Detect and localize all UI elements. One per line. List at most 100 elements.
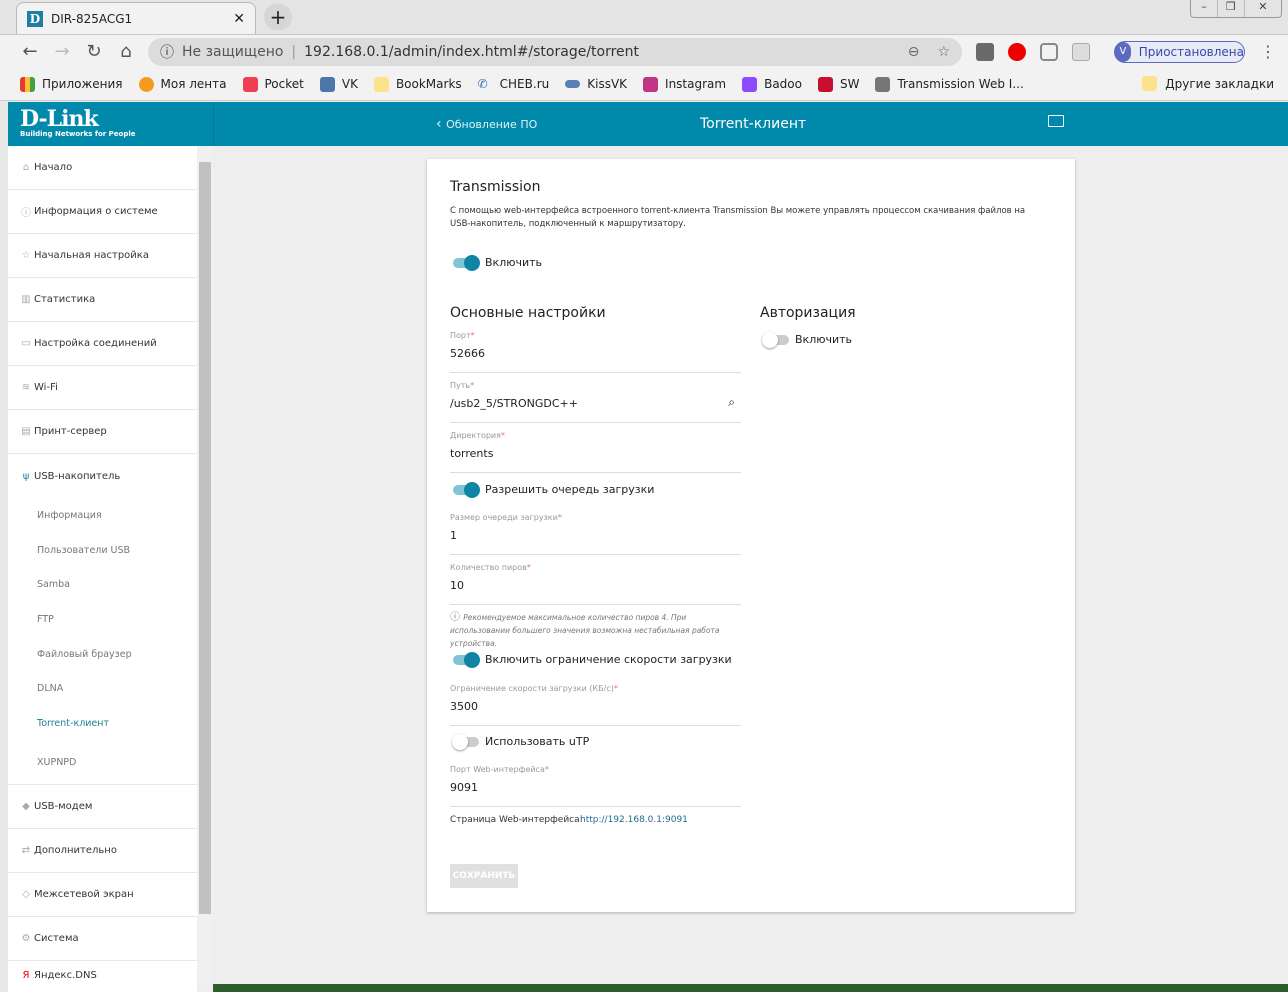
window-controls: – ❐ ✕ — [1190, 0, 1282, 18]
bookmark-item[interactable]: Pocket — [242, 76, 304, 92]
queue-size-input[interactable]: 1 — [450, 529, 457, 542]
url-text[interactable]: 192.168.0.1/admin/index.html#/storage/to… — [304, 44, 639, 60]
home-icon[interactable]: ⌂ — [110, 41, 142, 62]
save-button[interactable]: СОХРАНИТЬ — [450, 864, 518, 888]
bookmark-item[interactable]: Transmission Web I... — [875, 76, 1024, 92]
sidebar-subitem-ftp[interactable]: FTP — [8, 602, 197, 637]
restore-button[interactable]: ❐ — [1218, 0, 1245, 17]
pocket-icon[interactable] — [1040, 43, 1058, 61]
peers-field[interactable]: Количество пиров* 10 — [450, 563, 741, 605]
sidebar-subitem-file-browser[interactable]: Файловый браузер — [8, 637, 197, 672]
back-link[interactable]: ‹ Обновление ПО — [436, 116, 537, 132]
other-bookmarks-label: Другие закладки — [1165, 76, 1274, 91]
reload-icon[interactable]: ↻ — [78, 41, 110, 62]
browser-tab[interactable]: D DIR-825ACG1 ✕ — [16, 2, 256, 34]
bookmark-item[interactable]: Badoo — [742, 76, 802, 92]
sidebar-item-print[interactable]: ▤ Принт-сервер — [8, 410, 197, 454]
path-field[interactable]: Путь* /usb2_5/STRONGDC++ ⌕ — [450, 381, 741, 423]
utp-toggle[interactable] — [452, 734, 479, 750]
queue-toggle[interactable] — [453, 482, 480, 498]
sidebar-item-firewall[interactable]: ◇ Межсетевой экран — [8, 873, 197, 917]
bookmark-item[interactable]: Моя лента — [138, 76, 227, 92]
directory-input[interactable]: torrents — [450, 447, 493, 460]
address-bar[interactable]: ⓘ Не защищено | 192.168.0.1/admin/index.… — [148, 38, 962, 66]
sidebar-subitem-torrent[interactable]: Torrent-клиент — [8, 706, 197, 741]
wand-icon: ☆ — [21, 250, 31, 261]
page-icon[interactable] — [1072, 43, 1090, 61]
bookmark-label: Transmission Web I... — [897, 77, 1024, 91]
transmission-icon — [875, 76, 891, 92]
bookmark-item[interactable]: ✆ CHEB.ru — [478, 77, 550, 92]
other-bookmarks[interactable]: Другие закладки — [1142, 76, 1274, 91]
sidebar-item-usb-storage[interactable]: ψ USB-накопитель — [8, 454, 197, 498]
forward-icon[interactable]: → — [46, 41, 78, 62]
port-input[interactable]: 52666 — [450, 347, 485, 360]
auth-toggle[interactable] — [762, 332, 789, 348]
sidebar-item-home[interactable]: ⌂ Начало — [8, 146, 197, 190]
directory-field[interactable]: Директория* torrents — [450, 431, 741, 473]
adblock-icon[interactable] — [1008, 43, 1026, 61]
web-page-link[interactable]: http://192.168.0.1:9091 — [580, 815, 688, 825]
zoom-icon[interactable]: ⊖ — [908, 44, 920, 60]
search-icon[interactable]: ⌕ — [728, 395, 735, 410]
close-tab-icon[interactable]: ✕ — [233, 11, 245, 27]
field-label: Путь — [450, 381, 471, 390]
minimize-button[interactable]: – — [1191, 0, 1218, 17]
back-icon[interactable]: ← — [14, 41, 46, 62]
sidebar-item-stats[interactable]: ▥ Статистика — [8, 278, 197, 322]
path-input[interactable]: /usb2_5/STRONGDC++ — [450, 397, 578, 410]
required-mark: * — [526, 563, 531, 572]
menu-icon[interactable]: ⋮ — [1260, 42, 1276, 61]
field-label: Ограничение скорости загрузки (КБ/с) — [450, 684, 614, 693]
sidebar-item-wifi[interactable]: ≋ Wi-Fi — [8, 366, 197, 410]
star-icon[interactable]: ☆ — [937, 44, 950, 60]
sidebar-item-usb-modem[interactable]: ◆ USB-модем — [8, 785, 197, 829]
sidebar-item-label: Начальная настройка — [34, 250, 149, 261]
bookmark-item[interactable]: KissVK — [565, 77, 627, 91]
hint-text: Рекомендуемое максимальное количество пи… — [450, 613, 720, 648]
extension-icon[interactable] — [976, 43, 994, 61]
speed-limit-toggle[interactable] — [453, 652, 480, 668]
dlink-logo[interactable]: D-Link Building Networks for People — [8, 102, 214, 146]
enable-toggle[interactable] — [453, 255, 480, 271]
profile-button[interactable]: V Приостановлена — [1114, 41, 1245, 63]
web-port-input[interactable]: 9091 — [450, 781, 478, 794]
wifi-icon: ≋ — [21, 382, 31, 393]
bookmark-item[interactable]: BookMarks — [373, 76, 462, 92]
home-icon: ⌂ — [22, 162, 30, 173]
bookmark-apps[interactable]: Приложения — [20, 76, 123, 92]
feed-icon — [138, 76, 154, 92]
speed-limit-input[interactable]: 3500 — [450, 700, 478, 713]
bookmark-item[interactable]: VK — [319, 76, 358, 92]
info-icon[interactable]: ⓘ — [160, 42, 174, 62]
queue-size-field[interactable]: Размер очереди загрузки* 1 — [450, 513, 741, 555]
sidebar-subitem-xupnpd[interactable]: XUPNPD — [8, 741, 197, 785]
scrollbar-thumb[interactable] — [199, 162, 211, 914]
sidebar-subitem-usb-users[interactable]: Пользователи USB — [8, 533, 197, 568]
page-title: Torrent-клиент — [700, 116, 807, 132]
os-taskbar — [213, 984, 1288, 992]
speed-limit-field[interactable]: Ограничение скорости загрузки (КБ/с)* 350… — [450, 684, 741, 726]
web-page-label: Страница Web-интерфейса: — [450, 815, 583, 825]
port-field[interactable]: Порт* 52666 — [450, 331, 741, 373]
sidebar-item-wizard[interactable]: ☆ Начальная настройка — [8, 234, 197, 278]
sidebar-item-info[interactable]: ⓘ Информация о системе — [8, 190, 197, 234]
peers-input[interactable]: 10 — [450, 579, 464, 592]
sidebar-subitem-dlna[interactable]: DLNA — [8, 671, 197, 706]
sidebar-item-system[interactable]: ⚙ Система — [8, 917, 197, 961]
new-tab-button[interactable]: + — [264, 4, 292, 30]
bookmark-item[interactable]: Instagram — [643, 76, 726, 92]
bookmark-item[interactable]: SW — [817, 76, 859, 92]
web-port-field[interactable]: Порт Web-интерфейса* 9091 — [450, 765, 741, 807]
sidebar-item-connections[interactable]: ▭ Настройка соединений — [8, 322, 197, 366]
sidebar-item-yandex-dns[interactable]: Я Яндекс.DNS — [8, 961, 197, 992]
sidebar-item-advanced[interactable]: ⇄ Дополнительно — [8, 829, 197, 873]
description: С помощью web-интерфейса встроенного tor… — [450, 206, 1026, 229]
mail-icon[interactable] — [1048, 115, 1064, 127]
network-icon: ▭ — [21, 338, 31, 349]
close-window-button[interactable]: ✕ — [1245, 0, 1281, 17]
sidebar-subitem-samba[interactable]: Samba — [8, 567, 197, 602]
sidebar-subitem-info[interactable]: Информация — [8, 498, 197, 533]
auth-enable-label: Включить — [795, 333, 853, 346]
required-mark: * — [470, 331, 475, 340]
